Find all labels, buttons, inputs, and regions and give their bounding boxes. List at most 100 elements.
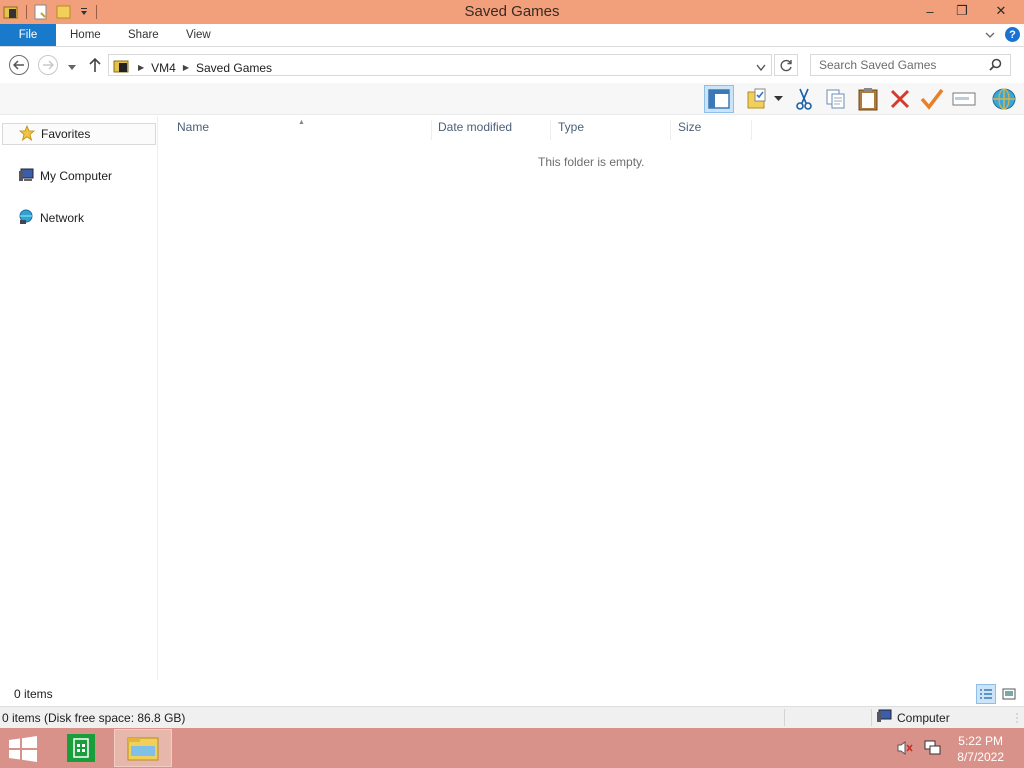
command-toolbar <box>0 83 1024 115</box>
computer-icon <box>18 167 34 186</box>
store-icon <box>67 734 95 762</box>
divider <box>871 709 872 726</box>
back-button[interactable] <box>9 55 29 75</box>
search-input[interactable] <box>811 55 981 75</box>
ribbon-help-area: ? <box>985 27 1020 42</box>
start-button[interactable] <box>8 736 38 765</box>
title-bar: Saved Games – ❐ ✕ <box>0 0 1024 24</box>
taskbar-clock[interactable]: 5:22 PM 8/7/2022 <box>957 733 1004 765</box>
recent-locations-icon[interactable] <box>67 61 77 75</box>
expand-ribbon-icon[interactable] <box>985 28 995 42</box>
column-date-modified[interactable]: Date modified <box>431 120 551 140</box>
tab-share[interactable]: Share <box>128 24 159 46</box>
search-box <box>810 54 1011 76</box>
navigation-pane: Favorites My Computer Network <box>0 116 158 680</box>
nav-item-label: Network <box>40 211 85 225</box>
copy-button[interactable] <box>822 85 850 113</box>
back-arrow-icon <box>13 60 24 70</box>
breadcrumb-arrow-icon[interactable]: ▶ <box>138 63 144 72</box>
zone-indicator: Computer <box>876 709 950 726</box>
rename-button[interactable] <box>950 85 978 113</box>
folder-icon <box>127 737 159 761</box>
column-label: Date modified <box>438 120 513 134</box>
preview-pane-button[interactable] <box>704 85 734 113</box>
disk-space-status: 0 items (Disk free space: 86.8 GB) <box>2 711 186 725</box>
resize-grip-icon[interactable] <box>1014 713 1020 728</box>
column-type[interactable]: Type <box>551 120 671 140</box>
window-status-bar: 0 items (Disk free space: 86.8 GB) Compu… <box>0 706 1024 728</box>
address-history-icon[interactable] <box>756 61 766 75</box>
item-count: 0 items <box>14 687 53 701</box>
breadcrumb-item-saved-games[interactable]: Saved Games <box>196 61 272 75</box>
refresh-button[interactable] <box>774 54 798 76</box>
window-title: Saved Games <box>464 3 560 20</box>
breadcrumb-item-vm4[interactable]: VM4 <box>151 61 176 75</box>
nav-item-label: My Computer <box>40 169 113 183</box>
column-label: Size <box>678 120 702 134</box>
up-button[interactable] <box>88 57 102 76</box>
large-icons-view-icon <box>1002 688 1016 700</box>
cut-button[interactable] <box>790 85 818 113</box>
restore-button[interactable]: ❐ <box>946 0 978 22</box>
address-bar[interactable]: ▶ VM4 ▶ Saved Games <box>108 54 772 76</box>
forward-button[interactable] <box>38 55 58 75</box>
chevron-down-icon <box>773 96 783 101</box>
checkmark-icon <box>920 88 944 110</box>
column-size[interactable]: Size <box>671 120 752 140</box>
breadcrumb: ▶ VM4 ▶ Saved Games <box>113 58 272 77</box>
copy-icon <box>826 89 845 109</box>
tab-file[interactable]: File <box>0 24 56 46</box>
nav-item-label: Favorites <box>41 127 91 141</box>
tab-home[interactable]: Home <box>70 24 101 46</box>
nav-item-favorites[interactable]: Favorites <box>2 123 156 145</box>
move-to-folder-button[interactable] <box>744 85 772 113</box>
taskbar-store-button[interactable] <box>52 729 110 767</box>
speaker-muted-icon[interactable] <box>896 740 914 759</box>
star-icon <box>18 124 36 144</box>
refresh-icon <box>780 59 792 71</box>
column-label: Type <box>558 120 585 134</box>
forward-arrow-icon <box>43 60 54 70</box>
window-controls: – ❐ ✕ <box>914 0 1024 22</box>
windows-logo-icon <box>9 736 37 762</box>
address-row: ▶ VM4 ▶ Saved Games <box>0 47 1024 83</box>
large-icons-view-button[interactable] <box>999 684 1019 704</box>
status-bar: 0 items <box>0 682 1024 706</box>
divider <box>784 709 785 726</box>
rename-icon <box>952 92 976 106</box>
delete-button[interactable] <box>886 85 914 113</box>
nav-item-my-computer[interactable]: My Computer <box>2 165 156 187</box>
empty-folder-message: This folder is empty. <box>538 155 645 169</box>
move-to-dropdown[interactable] <box>770 85 786 113</box>
search-icon[interactable] <box>989 58 1002 74</box>
help-icon[interactable]: ? <box>1005 27 1020 42</box>
details-view-icon <box>980 689 992 699</box>
clock-time: 5:22 PM <box>958 734 1003 748</box>
column-label: Name <box>177 120 210 134</box>
close-button[interactable]: ✕ <box>978 0 1024 22</box>
system-tray <box>896 740 942 759</box>
column-name[interactable]: Name ▲ <box>170 119 432 140</box>
apply-button[interactable] <box>918 85 946 113</box>
globe-icon <box>992 88 1016 110</box>
minimize-button[interactable]: – <box>914 0 946 22</box>
taskbar: 5:22 PM 8/7/2022 <box>0 728 1024 768</box>
computer-icon <box>876 709 892 726</box>
folder-check-icon <box>747 88 766 109</box>
ribbon-tabs: File Home Share View ? <box>0 24 1024 47</box>
paste-button[interactable] <box>854 85 882 113</box>
clock-date: 8/7/2022 <box>957 750 1004 764</box>
taskbar-file-explorer-button[interactable] <box>114 729 172 767</box>
zone-label: Computer <box>897 710 950 725</box>
breadcrumb-arrow-icon[interactable]: ▶ <box>183 63 189 72</box>
tab-view[interactable]: View <box>186 24 211 46</box>
nav-item-network[interactable]: Network <box>2 207 156 229</box>
up-arrow-icon <box>89 57 101 72</box>
network-globe-button[interactable] <box>988 85 1020 113</box>
preview-pane-icon <box>708 89 730 109</box>
network-status-icon[interactable] <box>924 740 942 759</box>
scissors-icon <box>796 88 812 110</box>
delete-x-icon <box>890 89 910 109</box>
computer-location-icon <box>113 58 131 77</box>
details-view-button[interactable] <box>976 684 996 704</box>
